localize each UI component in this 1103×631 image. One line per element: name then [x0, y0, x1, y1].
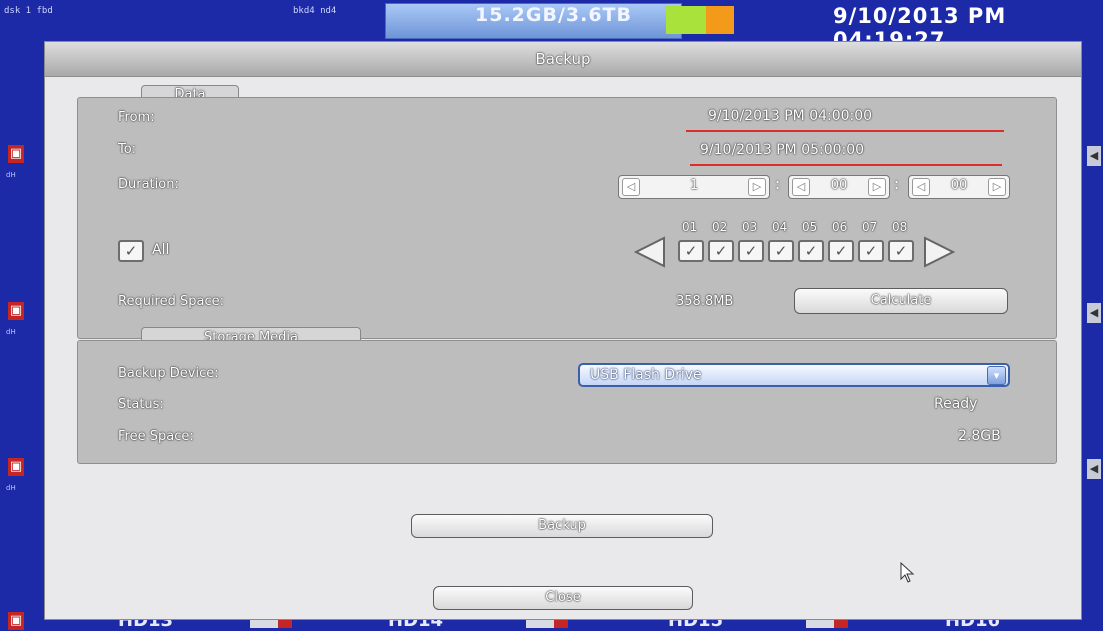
backup-dialog: Backup Data From: 9/10/2013 PM 04:00:00 … [44, 41, 1082, 620]
colon: : [894, 175, 900, 193]
triangle-left-icon[interactable]: ◁ [912, 178, 930, 196]
storage-section: Backup Device: USB Flash Drive ▾ Status:… [77, 340, 1057, 464]
duration-seconds-stepper[interactable]: ◁ 00 ▷ [908, 175, 1010, 199]
camera-tag: dH [6, 171, 16, 179]
triangle-left-icon[interactable]: ◀ [1087, 303, 1101, 323]
to-underline [690, 164, 1002, 166]
calculate-button[interactable]: Calculate [794, 288, 1008, 314]
channel-checkbox[interactable]: ✓ [888, 240, 914, 262]
triangle-right-icon[interactable]: ▷ [988, 178, 1006, 196]
triangle-left-icon[interactable]: ◀ [1087, 146, 1101, 166]
checkmark-icon: ✓ [124, 242, 138, 260]
to-label: To: [118, 142, 137, 157]
channel-number: 07 [862, 220, 878, 234]
channel-checkbox[interactable]: ✓ [678, 240, 704, 262]
channel-checkbox[interactable]: ✓ [798, 240, 824, 262]
disk-usage-text: 15.2GB/3.6TB [475, 4, 632, 26]
backup-device-label: Backup Device: [118, 366, 219, 381]
required-space-label: Required Space: [118, 294, 224, 309]
disk-used-indicator-orange [706, 6, 734, 34]
camera-tag: dH [6, 328, 16, 336]
status-label-left: dsk 1 fbd [4, 6, 53, 16]
triangle-right-icon[interactable]: ▷ [868, 178, 886, 196]
status-bar: dsk 1 fbd bkd4 nd4 15.2GB/3.6TB 9/10/201… [0, 0, 1103, 52]
duration-minutes-stepper[interactable]: ◁ 00 ▷ [788, 175, 890, 199]
channel-number: 03 [742, 220, 758, 234]
chevron-down-icon[interactable]: ▾ [987, 366, 1006, 385]
checkmark-icon: ✓ [774, 242, 788, 260]
channel-checkbox[interactable]: ✓ [708, 240, 734, 262]
status-label: Status: [118, 397, 164, 412]
duration-hours-stepper[interactable]: ◁ 1 ▷ [618, 175, 770, 199]
film-icon: ▣ [8, 302, 24, 320]
triangle-left-icon[interactable]: ◁ [792, 178, 810, 196]
channel-number: 08 [892, 220, 908, 234]
close-button[interactable]: Close [433, 586, 693, 610]
channel-checkbox[interactable]: ✓ [768, 240, 794, 262]
channel-number: 02 [712, 220, 728, 234]
from-label: From: [118, 110, 155, 125]
dialog-title: Backup [45, 42, 1081, 77]
camera-tag: dH [6, 484, 16, 492]
colon: : [775, 175, 781, 193]
triangle-right-icon[interactable] [923, 236, 955, 268]
film-icon: ▣ [8, 612, 24, 630]
triangle-left-icon[interactable]: ◀ [1087, 459, 1101, 479]
all-checkbox[interactable]: ✓ [118, 240, 144, 262]
from-value[interactable]: 9/10/2013 PM 04:00:00 [708, 108, 872, 124]
status-value: Ready [934, 396, 978, 412]
all-label: All [152, 242, 170, 258]
data-section: From: 9/10/2013 PM 04:00:00 To: 9/10/201… [77, 97, 1057, 339]
checkmark-icon: ✓ [834, 242, 848, 260]
checkmark-icon: ✓ [894, 242, 908, 260]
from-underline [686, 130, 1004, 132]
checkmark-icon: ✓ [714, 242, 728, 260]
checkmark-icon: ✓ [684, 242, 698, 260]
mouse-pointer-icon [900, 562, 915, 583]
channel-number: 06 [832, 220, 848, 234]
backup-device-select[interactable]: USB Flash Drive ▾ [578, 363, 1010, 387]
duration-label: Duration: [118, 177, 179, 192]
triangle-left-icon[interactable] [634, 236, 666, 268]
required-space-value: 358.8MB [676, 294, 734, 309]
film-icon: ▣ [8, 145, 24, 163]
free-space-value: 2.8GB [958, 428, 1001, 444]
checkmark-icon: ✓ [744, 242, 758, 260]
channel-checkbox[interactable]: ✓ [738, 240, 764, 262]
channel-number: 05 [802, 220, 818, 234]
channel-number: 04 [772, 220, 788, 234]
status-label-mid: bkd4 nd4 [293, 6, 337, 16]
film-icon: ▣ [8, 458, 24, 476]
triangle-left-icon[interactable]: ◁ [622, 178, 640, 196]
channel-checkbox[interactable]: ✓ [828, 240, 854, 262]
backup-button[interactable]: Backup [411, 514, 713, 538]
checkmark-icon: ✓ [864, 242, 878, 260]
channel-number: 01 [682, 220, 698, 234]
to-value[interactable]: 9/10/2013 PM 05:00:00 [700, 142, 864, 158]
checkmark-icon: ✓ [804, 242, 818, 260]
channel-checkbox[interactable]: ✓ [858, 240, 884, 262]
free-space-label: Free Space: [118, 429, 194, 444]
disk-used-indicator-green [666, 6, 706, 34]
triangle-right-icon[interactable]: ▷ [748, 178, 766, 196]
